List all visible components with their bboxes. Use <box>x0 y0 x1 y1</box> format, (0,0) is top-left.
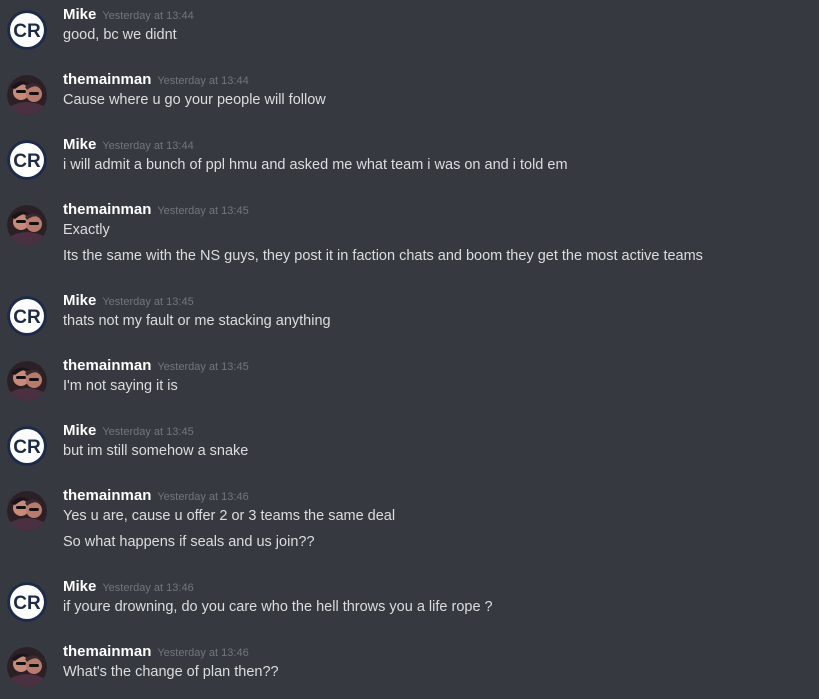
message-header: Mike Yesterday at 13:46 <box>63 578 194 598</box>
message-text: Exactly <box>63 222 110 238</box>
svg-text:CR: CR <box>13 437 41 458</box>
message-group: themainman Yesterday at 13:45 I'm not say… <box>0 357 819 401</box>
message-text: if youre drowning, do you care who the h… <box>63 599 493 615</box>
user-photo-avatar[interactable] <box>7 647 47 687</box>
user-photo-avatar[interactable] <box>7 205 47 245</box>
message-text: good, bc we didnt <box>63 27 177 43</box>
message-text: Yes u are, cause u offer 2 or 3 teams th… <box>63 508 396 524</box>
message-header: themainman Yesterday at 13:46 <box>63 643 249 663</box>
message-header: Mike Yesterday at 13:45 <box>63 292 194 312</box>
message-group: themainman Yesterday at 13:46 Yes u are, … <box>0 487 819 553</box>
message-group: CR Mike Yesterday at 13:46 if youre drown… <box>0 578 819 622</box>
svg-text:CR: CR <box>13 151 41 172</box>
chat-message-list: CR Mike Yesterday at 13:44 good, bc we di… <box>0 0 819 699</box>
message-header: themainman Yesterday at 13:46 <box>63 487 249 507</box>
username[interactable]: Mike <box>63 6 96 23</box>
svg-text:CR: CR <box>13 21 41 42</box>
cr-logo-avatar[interactable]: CR <box>7 426 47 466</box>
message-text: Cause where u go your people will follow <box>63 92 326 108</box>
timestamp: Yesterday at 13:44 <box>102 10 194 22</box>
message-text: i will admit a bunch of ppl hmu and aske… <box>63 157 568 173</box>
svg-text:CR: CR <box>13 307 41 328</box>
timestamp: Yesterday at 13:45 <box>157 361 249 373</box>
username[interactable]: themainman <box>63 487 151 504</box>
username[interactable]: themainman <box>63 357 151 374</box>
message-text: What's the change of plan then?? <box>63 664 279 680</box>
message-header: themainman Yesterday at 13:45 <box>63 357 249 377</box>
svg-text:CR: CR <box>13 593 41 614</box>
message-group: CR Mike Yesterday at 13:45 thats not my f… <box>0 292 819 336</box>
username[interactable]: themainman <box>63 643 151 660</box>
user-photo-avatar[interactable] <box>7 491 47 531</box>
message-text: So what happens if seals and us join?? <box>63 534 315 550</box>
timestamp: Yesterday at 13:44 <box>102 140 194 152</box>
message-group: CR Mike Yesterday at 13:44 good, bc we di… <box>0 6 819 50</box>
username[interactable]: Mike <box>63 136 96 153</box>
message-text: I'm not saying it is <box>63 378 178 394</box>
message-header: themainman Yesterday at 13:44 <box>63 71 249 91</box>
message-group: themainman Yesterday at 13:44 Cause where… <box>0 71 819 115</box>
cr-logo-avatar[interactable]: CR <box>7 140 47 180</box>
username[interactable]: themainman <box>63 201 151 218</box>
username[interactable]: Mike <box>63 422 96 439</box>
username[interactable]: themainman <box>63 71 151 88</box>
message-group: themainman Yesterday at 13:45 Exactly Its… <box>0 201 819 267</box>
user-photo-avatar[interactable] <box>7 361 47 401</box>
timestamp: Yesterday at 13:45 <box>157 205 249 217</box>
message-header: Mike Yesterday at 13:45 <box>63 422 194 442</box>
cr-logo-avatar[interactable]: CR <box>7 296 47 336</box>
username[interactable]: Mike <box>63 578 96 595</box>
username[interactable]: Mike <box>63 292 96 309</box>
message-group: themainman Yesterday at 13:46 What's the … <box>0 643 819 687</box>
cr-logo-avatar[interactable]: CR <box>7 10 47 50</box>
message-group: CR Mike Yesterday at 13:45 but im still s… <box>0 422 819 466</box>
timestamp: Yesterday at 13:46 <box>157 491 249 503</box>
message-group: CR Mike Yesterday at 13:44 i will admit a… <box>0 136 819 180</box>
message-text: Its the same with the NS guys, they post… <box>63 248 703 264</box>
timestamp: Yesterday at 13:46 <box>157 647 249 659</box>
timestamp: Yesterday at 13:46 <box>102 582 194 594</box>
message-header: Mike Yesterday at 13:44 <box>63 136 194 156</box>
cr-logo-avatar[interactable]: CR <box>7 582 47 622</box>
timestamp: Yesterday at 13:45 <box>102 296 194 308</box>
message-text: but im still somehow a snake <box>63 443 249 459</box>
timestamp: Yesterday at 13:44 <box>157 75 249 87</box>
timestamp: Yesterday at 13:45 <box>102 426 194 438</box>
user-photo-avatar[interactable] <box>7 75 47 115</box>
message-header: themainman Yesterday at 13:45 <box>63 201 249 221</box>
message-header: Mike Yesterday at 13:44 <box>63 6 194 26</box>
message-text: thats not my fault or me stacking anythi… <box>63 313 331 329</box>
